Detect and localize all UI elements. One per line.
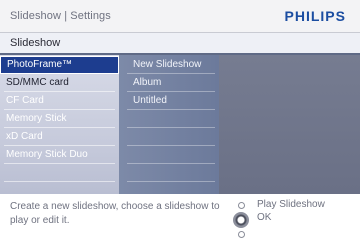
source-item-cf-card[interactable]: CF Card — [0, 92, 119, 110]
slideshow-item-empty — [119, 110, 219, 128]
navigation-pad — [230, 200, 252, 238]
source-item-photoframe[interactable]: PhotoFrame™ — [0, 56, 119, 74]
source-item-sd-mmc-card[interactable]: SD/MMC card — [0, 74, 119, 92]
section-header: Slideshow — [0, 33, 360, 53]
slideshow-item-new-slideshow[interactable]: New Slideshow — [119, 56, 219, 74]
footer-bar: Create a new slideshow, choose a slidesh… — [0, 194, 360, 243]
slideshow-item-album[interactable]: Album — [119, 74, 219, 92]
source-item-memory-stick[interactable]: Memory Stick — [0, 110, 119, 128]
down-button-icon — [238, 231, 245, 238]
source-item-empty — [0, 164, 119, 182]
main-panel: PhotoFrame™ SD/MMC card CF Card Memory S… — [0, 55, 360, 194]
ok-action-label: OK — [257, 212, 272, 223]
up-button-icon — [238, 202, 245, 209]
slideshow-item-empty — [119, 128, 219, 146]
help-text: Create a new slideshow, choose a slidesh… — [10, 201, 220, 226]
source-item-xd-card[interactable]: xD Card — [0, 128, 119, 146]
slideshow-settings-screen: Slideshow | Settings PHILIPS Slideshow P… — [0, 0, 360, 243]
slideshow-list: New Slideshow Album Untitled — [119, 55, 219, 194]
detail-panel — [219, 55, 360, 194]
ok-button-icon — [233, 212, 249, 228]
header-bar: Slideshow | Settings PHILIPS — [0, 0, 360, 32]
button-legend: Play Slideshow OK — [257, 198, 325, 224]
brand-logo: PHILIPS — [284, 8, 346, 24]
slideshow-item-untitled[interactable]: Untitled — [119, 92, 219, 110]
breadcrumb: Slideshow | Settings — [10, 10, 111, 22]
slideshow-item-empty — [119, 164, 219, 182]
source-item-memory-stick-duo[interactable]: Memory Stick Duo — [0, 146, 119, 164]
slideshow-item-empty — [119, 146, 219, 164]
up-action-label: Play Slideshow — [257, 199, 325, 210]
section-title: Slideshow — [10, 37, 61, 49]
source-list: PhotoFrame™ SD/MMC card CF Card Memory S… — [0, 55, 119, 194]
